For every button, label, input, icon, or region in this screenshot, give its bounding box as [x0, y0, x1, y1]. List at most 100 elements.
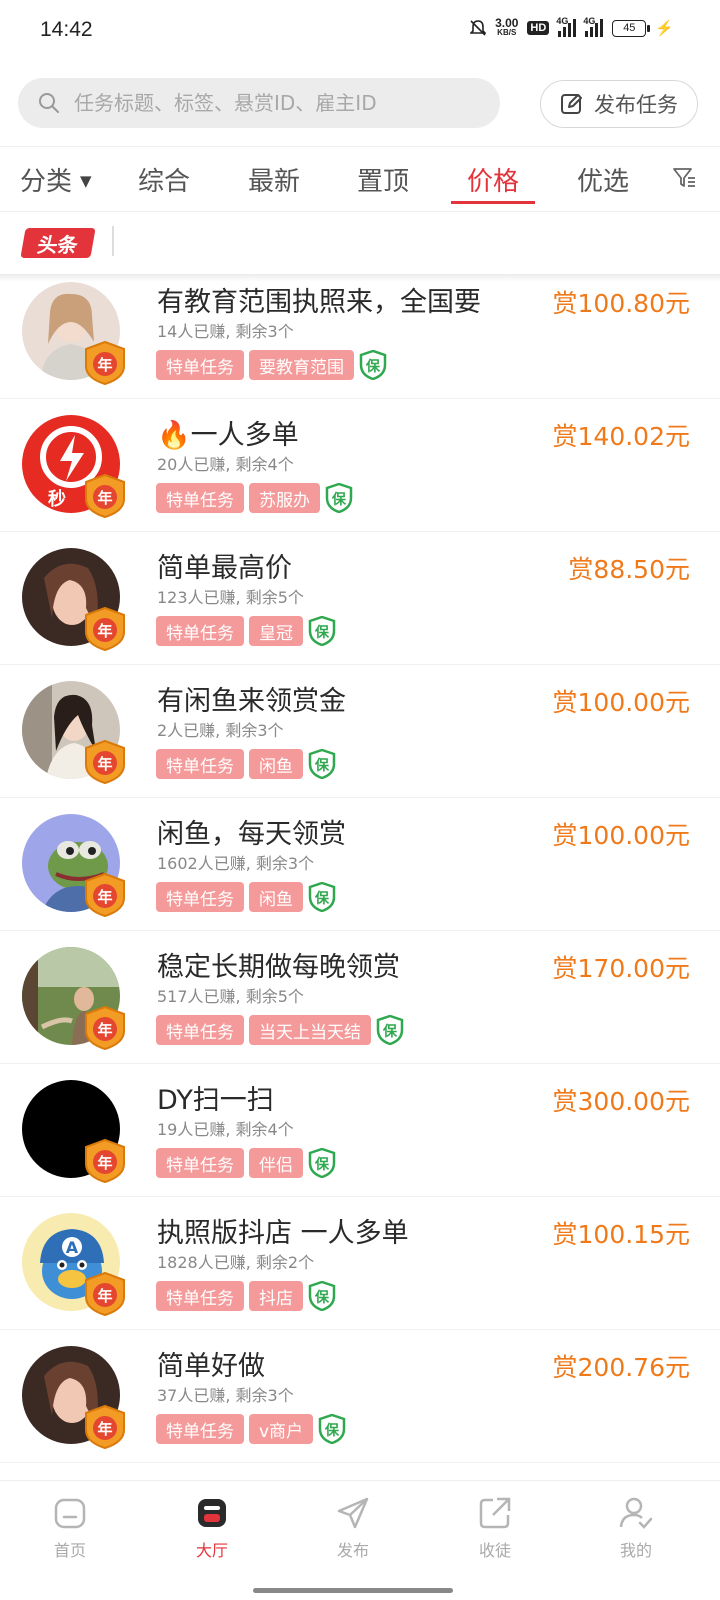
task-title: 简单好做 [157, 1351, 265, 1382]
svg-text:保: 保 [331, 491, 347, 508]
task-tag: 伴侣 [249, 1148, 303, 1178]
task-title: 执照版抖店 一人多单 [157, 1218, 409, 1249]
tab-comprehensive[interactable]: 综合 [138, 161, 190, 198]
avatar: 年 [22, 681, 125, 785]
avatar: 年 [22, 1346, 125, 1450]
task-stats: 20人已赚, 剩余4个 [157, 455, 294, 474]
task-tag: 特单任务 [156, 882, 244, 912]
task-tag: 特单任务 [156, 1015, 244, 1045]
task-title: 有闲鱼来领赏金 [157, 686, 346, 717]
svg-text:保: 保 [314, 890, 330, 907]
task-item[interactable]: 秒 年 🔥一人多单 20人已赚, 剩余4个 特单任务 苏服办 保 赏140.02… [0, 399, 720, 532]
task-tag: v商户 [249, 1414, 314, 1444]
dropdown-arrow-icon: ▼ [80, 172, 92, 190]
search-icon [39, 93, 59, 113]
year-badge-icon: 年 [85, 1271, 125, 1317]
search-input[interactable] [74, 91, 454, 115]
avatar: 年 [22, 282, 125, 386]
svg-text:年: 年 [97, 622, 112, 640]
hall-icon [198, 1499, 226, 1527]
task-stats: 1828人已赚, 剩余2个 [157, 1253, 315, 1272]
task-reward: 赏88.50元 [568, 555, 690, 584]
task-stats: 123人已赚, 剩余5个 [157, 588, 304, 607]
edit-icon [561, 94, 582, 114]
task-tag: 特单任务 [156, 483, 244, 513]
guarantee-shield-icon: 保 [359, 350, 387, 380]
nav-recruit-label: 收徒 [478, 1541, 511, 1560]
nav-home[interactable]: 首页 [25, 1495, 115, 1561]
tab-pinned[interactable]: 置顶 [357, 161, 409, 198]
guarantee-shield-icon: 保 [308, 1148, 336, 1178]
task-tag: 要教育范围 [249, 350, 354, 380]
task-tags: 特单任务 闲鱼 保 [156, 882, 336, 912]
publish-task-button[interactable]: 发布任务 [540, 80, 698, 128]
year-badge-icon: 年 [85, 1138, 125, 1184]
home-indicator[interactable] [253, 1588, 453, 1593]
task-tags: 特单任务 伴侣 保 [156, 1148, 336, 1178]
task-item[interactable]: 年 稳定长期做每晚领赏 517人已赚, 剩余5个 特单任务 当天上当天结 保 赏… [0, 931, 720, 1064]
task-title: 稳定长期做每晚领赏 [157, 952, 400, 983]
task-reward: 赏100.80元 [552, 289, 690, 318]
nav-recruit[interactable]: 收徒 [450, 1495, 540, 1561]
task-item[interactable]: 年 简单最高价 123人已赚, 剩余5个 特单任务 皇冠 保 赏88.50元 [0, 532, 720, 665]
headline-badge: 头条 [20, 228, 96, 258]
nav-mine-label: 我的 [619, 1541, 652, 1560]
task-item[interactable]: 年 闲鱼，每天领赏 1602人已赚, 剩余3个 特单任务 闲鱼 保 赏100.0… [0, 798, 720, 931]
svg-text:年: 年 [97, 1154, 112, 1172]
task-stats: 14人已赚, 剩余3个 [157, 322, 294, 341]
task-tag: 皇冠 [249, 616, 303, 646]
home-icon [54, 1498, 86, 1529]
user-icon [619, 1497, 653, 1529]
share-icon [479, 1497, 511, 1529]
search-bar[interactable] [18, 78, 500, 128]
task-item[interactable]: 年 有闲鱼来领赏金 2人已赚, 剩余3个 特单任务 闲鱼 保 赏100.00元 [0, 665, 720, 798]
filter-icon[interactable] [672, 166, 696, 190]
publish-task-label: 发布任务 [594, 93, 678, 117]
tabs-bar: 分类 ▼ 综合 最新 置顶 价格 优选 [0, 146, 720, 212]
year-badge-icon: 年 [85, 872, 125, 918]
svg-text:保: 保 [314, 757, 330, 774]
avatar: 年 [22, 947, 125, 1051]
svg-text:年: 年 [97, 1021, 112, 1039]
task-stats: 517人已赚, 剩余5个 [157, 987, 304, 1006]
battery-icon: 45 [612, 19, 651, 37]
svg-text:保: 保 [382, 1023, 398, 1040]
guarantee-shield-icon: 保 [308, 749, 336, 779]
status-bar: 14:42 3.00 KB/S HD 4G 4G 45 ⚡ [0, 0, 720, 62]
year-badge-icon: 年 [85, 1404, 125, 1450]
task-item[interactable]: 年 有教育范围执照来，全国要 14人已赚, 剩余3个 特单任务 要教育范围 保 … [0, 266, 720, 399]
task-tag: 闲鱼 [249, 882, 303, 912]
svg-text:年: 年 [97, 489, 112, 507]
svg-text:A: A [66, 1238, 79, 1257]
task-reward: 赏200.76元 [552, 1353, 690, 1382]
tab-preferred[interactable]: 优选 [577, 161, 629, 198]
guarantee-shield-icon: 保 [308, 1281, 336, 1311]
svg-text:年: 年 [97, 888, 112, 906]
svg-text:保: 保 [314, 1156, 330, 1173]
hd-badge: HD [527, 21, 550, 35]
avatar: 秒 年 [22, 415, 125, 519]
task-tag: 特单任务 [156, 616, 244, 646]
nav-hall[interactable]: 大厅 [167, 1495, 257, 1561]
task-item[interactable]: 年 DY扫一扫 19人已赚, 剩余4个 特单任务 伴侣 保 赏300.00元 [0, 1064, 720, 1197]
task-stats: 19人已赚, 剩余4个 [157, 1120, 294, 1139]
task-item[interactable]: A 年 执照版抖店 一人多单 1828人已赚, 剩余2个 特单任务 抖店 保 赏… [0, 1197, 720, 1330]
task-tag: 特单任务 [156, 1281, 244, 1311]
guarantee-shield-icon: 保 [318, 1414, 346, 1444]
nav-publish[interactable]: 发布 [308, 1495, 398, 1561]
guarantee-shield-icon: 保 [376, 1015, 404, 1045]
send-icon [337, 1497, 369, 1529]
tab-latest[interactable]: 最新 [248, 161, 300, 198]
tab-price[interactable]: 价格 [467, 161, 519, 198]
tab-category[interactable]: 分类 ▼ [20, 161, 92, 198]
task-tag: 特单任务 [156, 1148, 244, 1178]
task-item[interactable]: 年 简单好做 37人已赚, 剩余3个 特单任务 v商户 保 赏200.76元 [0, 1330, 720, 1463]
task-tag: 苏服办 [249, 483, 320, 513]
task-tags: 特单任务 皇冠 保 [156, 616, 336, 646]
task-list[interactable]: 年 有教育范围执照来，全国要 14人已赚, 剩余3个 特单任务 要教育范围 保 … [0, 266, 720, 1480]
task-reward: 赏100.15元 [552, 1220, 690, 1249]
year-badge-icon: 年 [85, 606, 125, 652]
status-time: 14:42 [40, 18, 93, 41]
task-reward: 赏300.00元 [552, 1087, 690, 1116]
nav-mine[interactable]: 我的 [591, 1495, 681, 1561]
